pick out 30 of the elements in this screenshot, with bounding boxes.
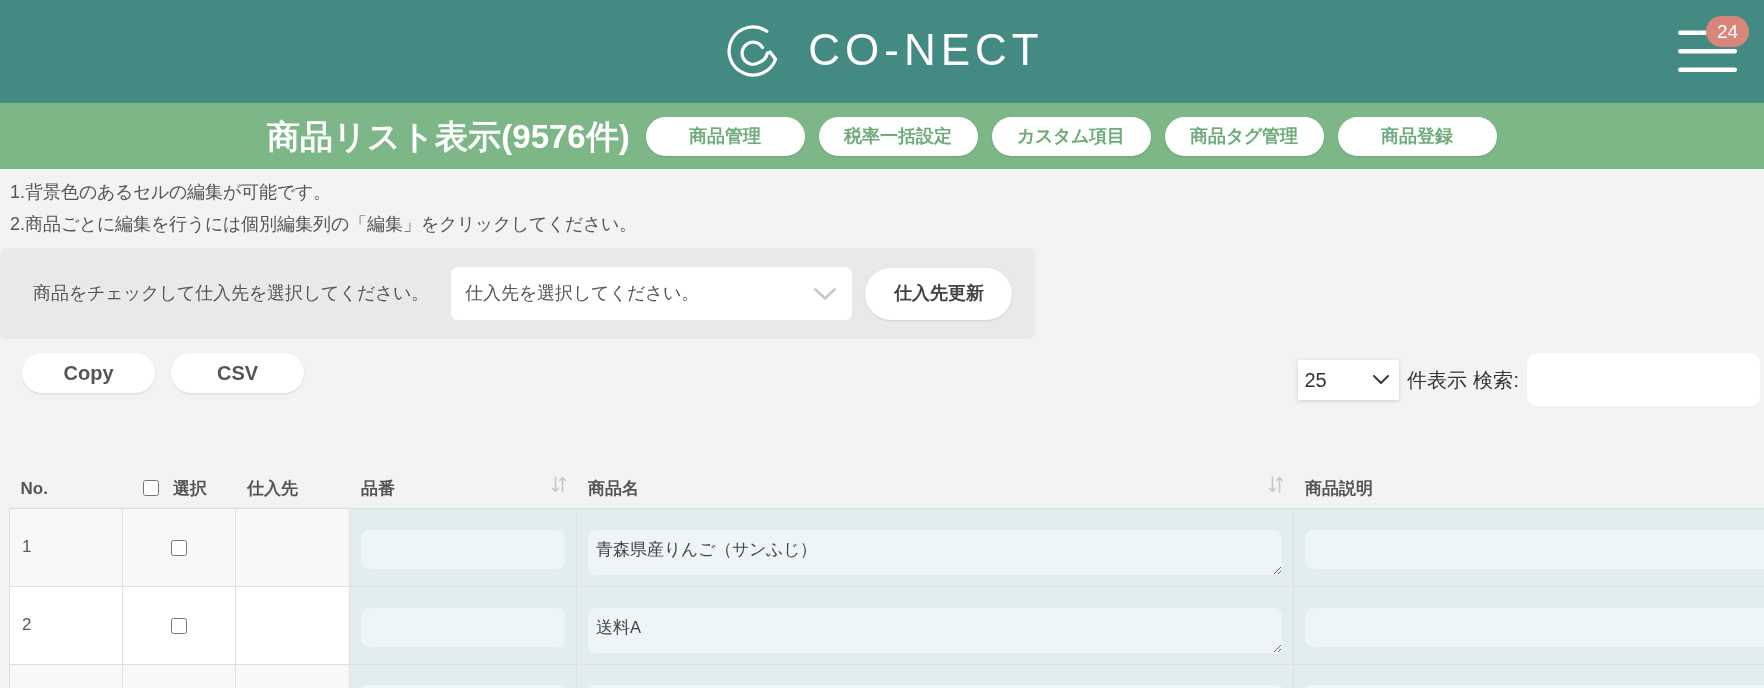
page-size-select[interactable]: 25 <box>1298 359 1400 400</box>
column-header[interactable]: 商品名 <box>587 475 639 501</box>
chevron-down-icon <box>814 287 836 300</box>
row-checkbox[interactable] <box>171 617 187 634</box>
search-label: 検索: <box>1473 367 1519 393</box>
notification-badge: 24 <box>1706 15 1749 47</box>
column-header[interactable]: 品番 <box>360 475 395 501</box>
text-area[interactable]: 青森県産りんご（サンふじ） <box>588 529 1282 575</box>
supplier-select[interactable]: 仕入先を選択してください。 <box>451 267 852 320</box>
update-supplier-button[interactable]: 仕入先更新 <box>865 267 1012 320</box>
sort-icon[interactable] <box>1268 475 1283 493</box>
column-header[interactable]: No. <box>20 475 48 501</box>
chevron-down-icon <box>1373 375 1390 384</box>
select-all-checkbox[interactable] <box>142 480 159 497</box>
column-header[interactable]: 選択 <box>172 475 207 501</box>
logo-text: CO-NECT <box>808 28 1044 72</box>
page-size-label: 件表示 <box>1407 367 1468 393</box>
row-checkbox[interactable] <box>171 539 187 556</box>
panel-label: 商品をチェックして仕入先を選択してください。 <box>33 282 429 305</box>
instruction-text: 2.商品ごとに編集を行うには個別編集列の「編集」をクリックしてください。 <box>10 213 637 236</box>
instruction-text: 1.背景色のあるセルの編集が可能です。 <box>10 181 331 204</box>
text-area[interactable]: 送料A <box>588 607 1282 653</box>
sort-icon[interactable] <box>551 475 566 493</box>
table-cell: 1 <box>9 508 123 586</box>
export-button[interactable]: Copy <box>22 353 155 393</box>
export-button[interactable]: CSV <box>171 353 304 393</box>
page-title: 商品リスト表示(9576件) <box>267 119 630 153</box>
column-header[interactable]: 商品説明 <box>1304 475 1373 501</box>
table-cell: 2 <box>9 586 123 664</box>
column-header[interactable]: 仕入先 <box>246 475 298 501</box>
